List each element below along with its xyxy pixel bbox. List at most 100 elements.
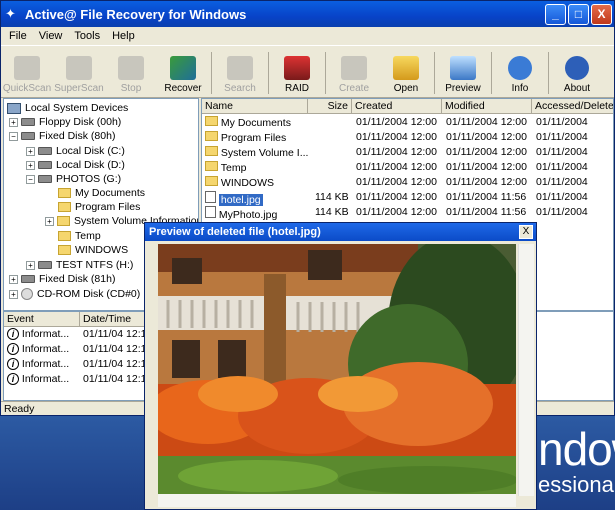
open-button[interactable]: Open (380, 56, 432, 94)
tree-item-photos-g[interactable]: − PHOTOS (G:) (26, 172, 121, 186)
info-button[interactable]: Info (494, 56, 546, 94)
tree-item-local-system-devices[interactable]: Local System Devices (7, 101, 128, 115)
about-button[interactable]: About (551, 56, 603, 94)
computer-icon (7, 102, 21, 114)
expand-icon[interactable]: + (26, 160, 35, 170)
info-icon (508, 56, 532, 80)
superscan-button[interactable]: SuperScan (53, 56, 105, 94)
folder-icon (58, 245, 71, 255)
maximize-button[interactable]: □ (568, 3, 589, 25)
event-row[interactable]: i Informat... 01/11/04 12:1 (7, 343, 146, 358)
event-row[interactable]: i Informat... 01/11/04 12:1 (7, 358, 146, 373)
disk-icon (21, 275, 35, 283)
toolbar-separator (548, 52, 549, 94)
tree-item-temp[interactable]: Temp (58, 229, 101, 243)
toolbar-separator (211, 52, 212, 94)
folder-icon (205, 176, 218, 186)
disk-icon (21, 132, 35, 140)
folder-icon (58, 231, 71, 241)
raid-button[interactable]: RAID (271, 56, 323, 94)
quickscan-button[interactable]: QuickScan (1, 56, 53, 94)
tree-item-cdrom[interactable]: + CD-ROM Disk (CD#0) (9, 287, 140, 301)
tree-item-fixed-disk-81h[interactable]: + Fixed Disk (81h) (9, 272, 115, 286)
file-row[interactable]: MyPhoto.jpg 114 KB 01/11/2004 12:00 01/1… (202, 205, 613, 221)
preview-dialog: Preview of deleted file (hotel.jpg) X (144, 222, 537, 510)
desktop-logo-text: ndow (538, 423, 615, 475)
menu-file[interactable]: File (3, 30, 33, 42)
menu-view[interactable]: View (33, 30, 69, 42)
expand-icon[interactable]: + (26, 260, 35, 270)
search-button[interactable]: Search (214, 56, 266, 94)
menu-bar: File View Tools Help (1, 27, 614, 46)
menu-help[interactable]: Help (106, 30, 141, 42)
expand-icon[interactable]: + (9, 289, 18, 299)
toolbar-separator (434, 52, 435, 94)
toolbar: QuickScan SuperScan Stop Recover Search … (1, 46, 614, 98)
drive-icon (38, 161, 52, 169)
stop-icon (118, 56, 144, 80)
minimize-button[interactable]: _ (545, 3, 566, 25)
drive-icon (38, 147, 52, 155)
folder-icon (205, 131, 218, 141)
column-header-datetime[interactable]: Date/Time (80, 312, 150, 327)
tree-item-program-files[interactable]: Program Files (58, 200, 140, 214)
expand-icon[interactable]: + (9, 274, 18, 284)
info-icon: i (7, 328, 19, 340)
folder-icon (205, 146, 218, 156)
expand-icon[interactable]: + (26, 146, 35, 156)
collapse-icon[interactable]: − (26, 174, 35, 184)
column-header-created[interactable]: Created (352, 99, 442, 114)
recover-icon (170, 56, 196, 80)
close-button[interactable]: X (591, 3, 612, 25)
file-row-selected[interactable]: hotel.jpg 114 KB 01/11/2004 12:00 01/11/… (202, 190, 613, 206)
menu-tools[interactable]: Tools (68, 30, 106, 42)
create-icon (341, 56, 367, 80)
about-icon (565, 56, 589, 80)
folder-icon (205, 116, 218, 126)
floppy-icon (21, 118, 35, 126)
column-header-name[interactable]: Name (202, 99, 308, 114)
tree-item-my-documents[interactable]: My Documents (58, 186, 145, 200)
tree-item-windows[interactable]: WINDOWS (58, 243, 128, 257)
column-header-size[interactable]: Size (308, 99, 352, 114)
image-file-icon (205, 206, 216, 218)
title-bar[interactable]: ✦ Active@ File Recovery for Windows _ □ … (1, 1, 614, 27)
file-row[interactable]: Program Files 01/11/2004 12:00 01/11/200… (202, 130, 613, 145)
info-icon: i (7, 343, 19, 355)
expand-icon[interactable]: + (45, 216, 54, 226)
image-file-icon (205, 191, 216, 203)
column-header-modified[interactable]: Modified (442, 99, 532, 114)
drive-icon (38, 261, 52, 269)
toolbar-separator (491, 52, 492, 94)
file-row[interactable]: My Documents 01/11/2004 12:00 01/11/2004… (202, 115, 613, 130)
file-row[interactable]: Temp 01/11/2004 12:00 01/11/2004 12:00 0… (202, 160, 613, 175)
tree-item-local-disk-c[interactable]: + Local Disk (C:) (26, 144, 125, 158)
event-row[interactable]: i Informat... 01/11/04 12:1 (7, 373, 146, 388)
preview-button[interactable]: Preview (437, 56, 489, 94)
collapse-icon[interactable]: − (9, 131, 18, 141)
toolbar-separator (268, 52, 269, 94)
create-button[interactable]: Create (328, 56, 380, 94)
search-icon (227, 56, 253, 80)
cdrom-icon (21, 288, 33, 300)
recover-button[interactable]: Recover (157, 56, 209, 94)
file-row[interactable]: WINDOWS 01/11/2004 12:00 01/11/2004 12:0… (202, 175, 613, 190)
tree-item-fixed-disk-80h[interactable]: − Fixed Disk (80h) (9, 129, 115, 143)
tree-item-local-disk-d[interactable]: + Local Disk (D:) (26, 158, 125, 172)
tree-item-floppy[interactable]: + Floppy Disk (00h) (9, 115, 121, 129)
preview-image (158, 244, 516, 496)
preview-dialog-title[interactable]: Preview of deleted file (hotel.jpg) (145, 223, 536, 241)
column-header-accessed[interactable]: Accessed/Deleted (532, 99, 613, 114)
file-row[interactable]: System Volume I... 01/11/2004 12:00 01/1… (202, 145, 613, 160)
superscan-icon (66, 56, 92, 80)
stop-button[interactable]: Stop (105, 56, 157, 94)
event-row[interactable]: i Informat... 01/11/04 12:1 (7, 328, 146, 343)
expand-icon[interactable]: + (9, 117, 18, 127)
column-header-event[interactable]: Event (4, 312, 80, 327)
preview-close-button[interactable]: X (519, 225, 533, 239)
info-icon: i (7, 373, 19, 385)
preview-vertical-scrollbar[interactable] (518, 244, 534, 496)
folder-icon (58, 188, 71, 198)
tree-item-test-ntfs[interactable]: + TEST NTFS (H:) (26, 258, 133, 272)
preview-horizontal-scrollbar[interactable] (158, 494, 516, 507)
